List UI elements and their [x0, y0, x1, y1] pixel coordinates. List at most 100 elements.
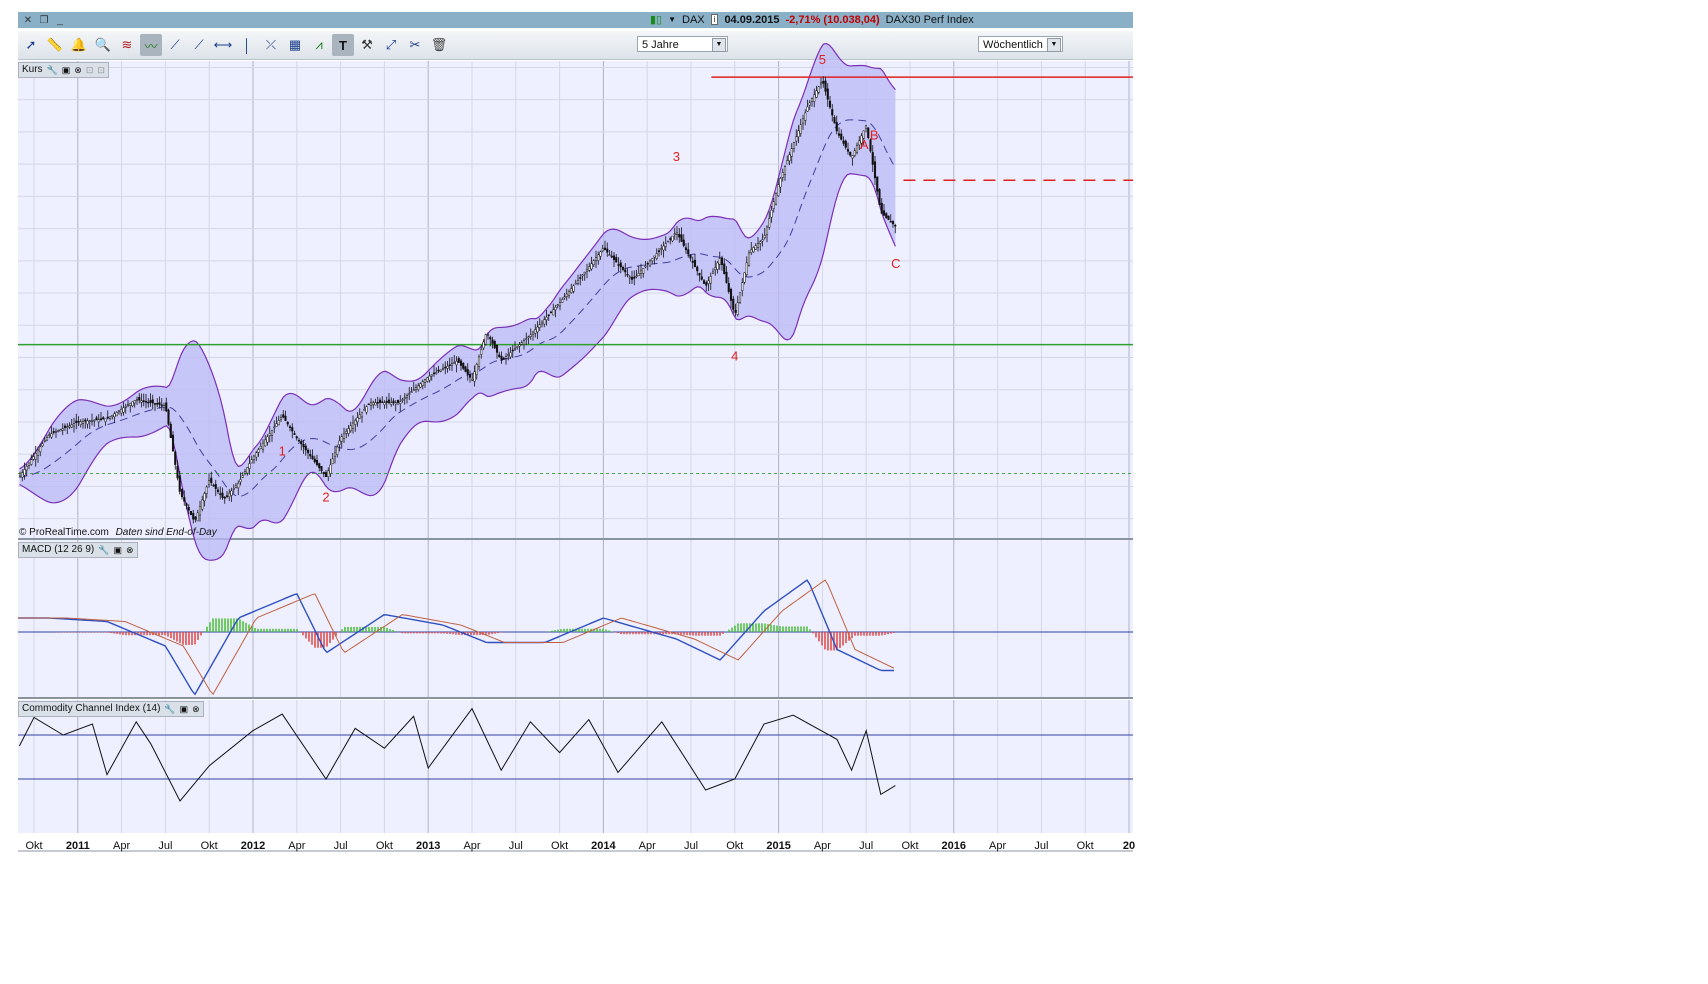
- window-icon[interactable]: ▣: [113, 543, 122, 557]
- candle-body: [125, 406, 127, 407]
- candle-body: [195, 517, 197, 519]
- candle-body: [782, 172, 784, 177]
- candle-body: [316, 460, 318, 465]
- x-tick-label: Apr: [639, 840, 656, 852]
- candle-body: [829, 101, 831, 107]
- wave-label: C: [891, 256, 900, 271]
- candle-body: [235, 486, 237, 488]
- candle-body: [237, 483, 239, 488]
- candle-body: [190, 511, 192, 514]
- candle-body: [728, 283, 730, 291]
- candle-body: [759, 242, 761, 244]
- wrench-icon[interactable]: 🔧: [98, 543, 109, 557]
- candle-body: [336, 447, 338, 455]
- x-tick-label: Jul: [509, 840, 523, 852]
- wrench-icon[interactable]: 🔧: [47, 63, 58, 77]
- candle-body: [60, 430, 62, 431]
- candle-body: [55, 432, 57, 433]
- candle-body: [451, 364, 453, 366]
- candle-body: [514, 349, 516, 350]
- candle-body: [757, 244, 759, 248]
- candle-body: [244, 472, 246, 474]
- candle-body: [685, 248, 687, 250]
- candle-body: [615, 257, 617, 262]
- x-tick-label: Jul: [1034, 840, 1048, 852]
- candle-body: [798, 131, 800, 137]
- candle-body: [330, 465, 332, 474]
- candle-body: [816, 91, 818, 98]
- close-icon[interactable]: ⊗: [74, 63, 82, 77]
- candle-body: [438, 370, 440, 371]
- candle-body: [710, 276, 712, 283]
- candle-body: [53, 431, 55, 432]
- candle-body: [78, 421, 80, 422]
- candle-body: [332, 459, 334, 464]
- x-tick-label: Okt: [376, 840, 393, 852]
- candle-body: [381, 402, 383, 403]
- close-icon[interactable]: ⊗: [192, 702, 200, 716]
- candle-body: [188, 507, 190, 510]
- candle-body: [591, 264, 593, 269]
- chart-canvas[interactable]: 12345ABC Okt2011AprJulOkt2012AprJulOkt20…: [0, 0, 1708, 984]
- candle-body: [606, 249, 608, 252]
- candle-body: [811, 99, 813, 102]
- candle-body: [555, 307, 557, 310]
- move-up-icon[interactable]: ⊡: [86, 63, 94, 77]
- window-icon[interactable]: ▣: [180, 702, 189, 716]
- candle-body: [388, 400, 390, 403]
- eod-note: Daten sind End-of-Day: [116, 527, 217, 538]
- wave-label: 2: [322, 489, 329, 504]
- x-tick-label: Jul: [859, 840, 873, 852]
- candle-body: [109, 417, 111, 419]
- candle-body: [217, 490, 219, 492]
- candle-body: [93, 420, 95, 421]
- candle-body: [834, 117, 836, 123]
- candle-body: [456, 361, 458, 365]
- candle-body: [341, 437, 343, 442]
- candle-body: [231, 491, 233, 496]
- candle-body: [345, 431, 347, 433]
- candle-body: [386, 401, 388, 403]
- candle-body: [843, 141, 845, 144]
- candle-body: [312, 456, 314, 459]
- candle-body: [561, 300, 563, 303]
- x-tick-label: Jul: [684, 840, 698, 852]
- candle-body: [719, 258, 721, 264]
- candle-body: [611, 256, 613, 257]
- window-icon[interactable]: ▣: [62, 63, 71, 77]
- candle-body: [352, 423, 354, 429]
- candle-body: [390, 403, 392, 405]
- candle-body: [656, 254, 658, 259]
- candle-body: [771, 210, 773, 217]
- candle-body: [343, 434, 345, 439]
- candle-body: [768, 219, 770, 228]
- candle-body: [422, 382, 424, 386]
- candle-body: [546, 317, 548, 320]
- candle-body: [291, 427, 293, 431]
- candle-body: [183, 497, 185, 501]
- candle-body: [89, 421, 91, 422]
- wrench-icon[interactable]: 🔧: [164, 702, 175, 716]
- candle-body: [64, 426, 66, 428]
- candle-body: [402, 400, 404, 401]
- candle-body: [179, 476, 181, 492]
- x-tick-label: Okt: [25, 840, 42, 852]
- candle-body: [300, 442, 302, 444]
- candle-body: [118, 411, 120, 412]
- price-panel-tag: Kurs 🔧 ▣ ⊗ ⊡ ⊡: [18, 62, 109, 78]
- move-down-icon[interactable]: ⊡: [97, 63, 105, 77]
- candle-body: [21, 473, 23, 478]
- candle-body: [804, 113, 806, 120]
- candle-body: [42, 444, 44, 446]
- candle-body: [44, 440, 46, 441]
- candle-body: [489, 337, 491, 339]
- candle-body: [505, 356, 507, 358]
- candle-body: [723, 264, 725, 274]
- candle-body: [240, 480, 242, 482]
- candle-body: [762, 240, 764, 241]
- candle-body: [492, 340, 494, 344]
- candle-body: [636, 276, 638, 277]
- close-icon[interactable]: ⊗: [126, 543, 134, 557]
- candle-body: [579, 278, 581, 279]
- candle-body: [84, 420, 86, 421]
